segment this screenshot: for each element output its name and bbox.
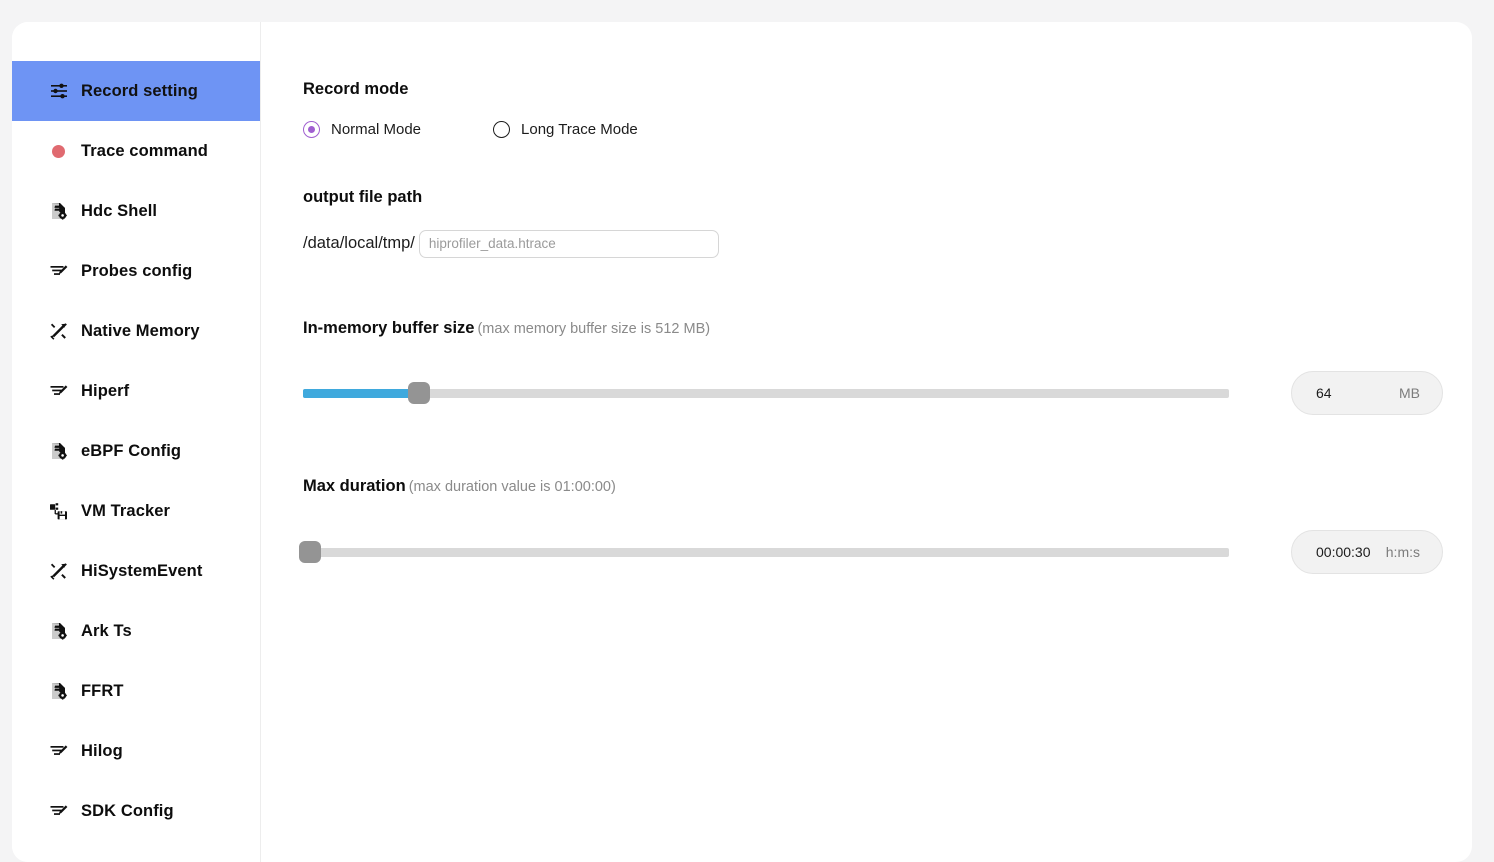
- sidebar-item-label: Native Memory: [81, 321, 200, 340]
- max-duration-slider-track[interactable]: [303, 547, 1229, 557]
- file-gear-icon: [48, 621, 69, 642]
- list-pencil-icon: [48, 801, 69, 822]
- vm-disk-icon: [48, 501, 69, 522]
- sidebar-item-label: eBPF Config: [81, 441, 182, 460]
- file-gear-icon: [48, 201, 69, 222]
- sidebar-item-label: Hilog: [81, 741, 123, 760]
- buffer-size-block: In-memory buffer size (max memory buffer …: [303, 319, 1472, 416]
- tools-icon: [48, 561, 69, 582]
- output-file-path-row: /data/local/tmp/: [303, 229, 1472, 258]
- file-gear-icon: [48, 681, 69, 702]
- sidebar-item-sdk-config[interactable]: SDK Config: [12, 781, 260, 841]
- output-path-prefix: /data/local/tmp/: [303, 234, 415, 253]
- buffer-size-title-text: In-memory buffer size: [303, 318, 475, 337]
- buffer-size-row: 64 MB: [303, 371, 1472, 416]
- buffer-size-unit: MB: [1399, 385, 1420, 402]
- max-duration-unit: h:m:s: [1385, 544, 1420, 561]
- sidebar-item-ffrt[interactable]: FFRT: [12, 661, 260, 721]
- sidebar-item-label: SDK Config: [81, 801, 174, 820]
- list-pencil-icon: [48, 381, 69, 402]
- tools-icon: [48, 321, 69, 342]
- max-duration-value: 00:00:30: [1316, 544, 1371, 561]
- sidebar-item-vm-tracker[interactable]: VM Tracker: [12, 481, 260, 541]
- sidebar-item-label: Hdc Shell: [81, 201, 158, 220]
- list-pencil-icon: [48, 261, 69, 282]
- sidebar-item-hdc-shell[interactable]: Hdc Shell: [12, 181, 260, 241]
- sidebar-item-label: HiSystemEvent: [81, 561, 203, 580]
- sidebar-list: Record setting Trace command Hdc Shell Prob…: [12, 61, 260, 841]
- settings-panel: Record mode Normal Mode Long Trace Mode …: [261, 22, 1472, 862]
- radio-long-trace-mode-mark[interactable]: [493, 120, 511, 138]
- radio-normal-mode-mark[interactable]: [303, 120, 320, 138]
- app-window: Record setting Trace command Hdc Shell Prob…: [12, 22, 1472, 862]
- buffer-size-hint: (max memory buffer size is 512 MB): [477, 320, 711, 337]
- buffer-size-value: 64: [1316, 385, 1332, 402]
- radio-normal-mode[interactable]: Normal Mode: [303, 120, 422, 138]
- buffer-size-slider[interactable]: [303, 382, 1229, 405]
- max-duration-slider-thumb[interactable]: [299, 541, 322, 564]
- sidebar-item-trace-command[interactable]: Trace command: [12, 121, 260, 181]
- max-duration-slider[interactable]: [299, 541, 1229, 564]
- max-duration-hint: (max duration value is 01:00:00): [408, 479, 616, 496]
- sidebar-item-label: Probes config: [81, 261, 193, 280]
- radio-normal-mode-label: Normal Mode: [331, 120, 422, 138]
- radio-long-trace-mode[interactable]: Long Trace Mode: [493, 120, 638, 138]
- sliders-icon: [48, 81, 69, 102]
- sidebar-item-hiperf[interactable]: Hiperf: [12, 361, 260, 421]
- sidebar-item-native-memory[interactable]: Native Memory: [12, 301, 260, 361]
- radio-long-trace-mode-label: Long Trace Mode: [521, 120, 638, 138]
- buffer-size-value-box[interactable]: 64 MB: [1291, 371, 1443, 416]
- sidebar-item-label: VM Tracker: [81, 501, 171, 520]
- max-duration-value-box[interactable]: 00:00:30 h:m:s: [1291, 530, 1443, 575]
- sidebar-item-label: Ark Ts: [81, 621, 132, 640]
- max-duration-block: Max duration (max duration value is 01:00…: [299, 477, 1472, 575]
- max-duration-row: 00:00:30 h:m:s: [299, 530, 1472, 575]
- buffer-size-slider-fill: [303, 388, 419, 398]
- sidebar-item-hilog[interactable]: Hilog: [12, 721, 260, 781]
- output-file-path-title: output file path: [303, 187, 423, 206]
- buffer-size-title: In-memory buffer size (max memory buffer …: [303, 319, 1472, 339]
- sidebar-item-ebpf-config[interactable]: eBPF Config: [12, 421, 260, 481]
- file-gear-icon: [48, 441, 69, 462]
- list-pencil-icon: [48, 741, 69, 762]
- output-file-name-input[interactable]: [418, 229, 719, 258]
- sidebar-item-label: FFRT: [81, 681, 124, 700]
- record-dot-icon: [48, 141, 69, 162]
- record-dot-glyph: [52, 144, 65, 158]
- record-mode-title: Record mode: [303, 80, 409, 98]
- sidebar-item-record-setting[interactable]: Record setting: [12, 61, 260, 121]
- sidebar-item-label: Record setting: [81, 81, 198, 100]
- sidebar-item-label: Trace command: [81, 141, 208, 160]
- max-duration-title-text: Max duration: [303, 477, 406, 496]
- record-mode-radio-group: Normal Mode Long Trace Mode: [303, 120, 1472, 138]
- sidebar: Record setting Trace command Hdc Shell Prob…: [12, 22, 261, 862]
- sidebar-item-ark-ts[interactable]: Ark Ts: [12, 601, 260, 661]
- buffer-size-slider-track[interactable]: [303, 388, 1229, 398]
- max-duration-title: Max duration (max duration value is 01:00…: [303, 477, 1472, 497]
- buffer-size-slider-thumb[interactable]: [407, 382, 430, 405]
- sidebar-item-hisystemevent[interactable]: HiSystemEvent: [12, 541, 260, 601]
- sidebar-item-probes-config[interactable]: Probes config: [12, 241, 260, 301]
- sidebar-item-label: Hiperf: [81, 381, 130, 400]
